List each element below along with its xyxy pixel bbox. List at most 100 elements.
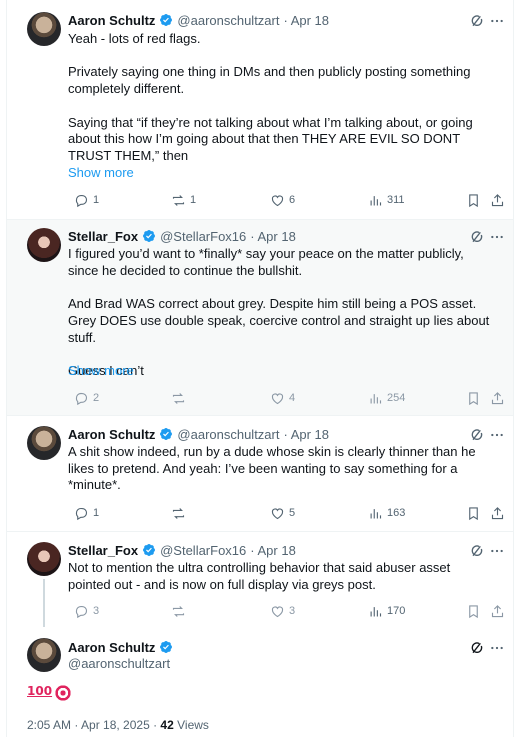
post-actions: 1 5 163: [68, 505, 504, 521]
grok-icon[interactable]: [469, 543, 485, 559]
reply-post[interactable]: Aaron Schultz @aaronschultzart · Apr 18 …: [7, 0, 513, 220]
post-metadata: 2:05 AM · Apr 18, 2025 · 42 Views: [27, 718, 209, 732]
reply-post[interactable]: Stellar_Fox @StellarFox16 · Apr 18 Not t…: [7, 532, 513, 627]
post-text: I figured you’d want to *finally* say yo…: [68, 246, 490, 378]
heart-icon: [271, 392, 284, 404]
share-button[interactable]: [490, 505, 505, 521]
bookmark-icon: [469, 506, 478, 520]
direct-hit-icon: [54, 684, 73, 702]
bookmark-button[interactable]: [466, 505, 481, 521]
post-text: Not to mention the ultra controlling beh…: [68, 560, 454, 592]
avatar[interactable]: [27, 638, 61, 672]
reply-button[interactable]: 3: [74, 603, 99, 619]
post-time[interactable]: · Apr 18: [250, 543, 296, 558]
more-options-icon[interactable]: [489, 13, 505, 29]
more-options-icon[interactable]: [489, 543, 505, 559]
author-name[interactable]: Stellar_Fox: [68, 229, 138, 244]
views-button[interactable]: 170: [368, 603, 405, 619]
repost-icon: [172, 194, 185, 206]
share-button[interactable]: [490, 603, 505, 619]
author-name[interactable]: Aaron Schultz: [68, 640, 155, 655]
heart-icon: [271, 507, 284, 519]
analytics-icon: [370, 606, 382, 616]
views-count: 170: [387, 605, 406, 617]
repost-icon: [172, 605, 185, 617]
like-count: 6: [289, 194, 296, 206]
share-icon: [491, 506, 504, 519]
post-time[interactable]: · Apr 18: [283, 427, 329, 442]
reply-icon: [75, 507, 88, 520]
author-name[interactable]: Stellar_Fox: [68, 543, 138, 558]
views-count: 254: [387, 392, 406, 404]
reply-button[interactable]: 1: [74, 192, 99, 208]
reply-post[interactable]: Stellar_Fox @StellarFox16 · Apr 18 I fig…: [7, 220, 513, 416]
author-name[interactable]: Aaron Schultz: [68, 427, 155, 442]
bookmark-icon: [469, 604, 478, 618]
views-button[interactable]: 163: [368, 505, 405, 521]
post-actions: 3 3 170: [68, 603, 504, 619]
like-button[interactable]: 6: [270, 192, 295, 208]
post-actions: 2 4 254: [68, 390, 504, 406]
views-count: 163: [387, 507, 406, 519]
repost-count: 1: [190, 194, 197, 206]
repost-button[interactable]: [171, 603, 190, 619]
avatar[interactable]: [27, 12, 61, 46]
views-count: 42: [160, 718, 174, 732]
reply-button[interactable]: 1: [74, 505, 99, 521]
bookmark-button[interactable]: [466, 192, 481, 208]
post-time[interactable]: · Apr 18: [283, 13, 329, 28]
avatar[interactable]: [27, 542, 61, 576]
author-handle[interactable]: @aaronschultzart: [68, 656, 170, 671]
author-handle[interactable]: @aaronschultzart: [177, 427, 279, 442]
grok-icon[interactable]: [469, 640, 485, 656]
author-handle[interactable]: @StellarFox16: [160, 229, 246, 244]
analytics-icon: [370, 393, 382, 403]
more-options-icon[interactable]: [489, 427, 505, 443]
heart-icon: [271, 194, 284, 206]
share-button[interactable]: [490, 192, 505, 208]
like-button[interactable]: 5: [270, 505, 295, 521]
grok-icon[interactable]: [469, 427, 485, 443]
views-button[interactable]: 254: [368, 390, 405, 406]
more-options-icon[interactable]: [489, 640, 505, 656]
more-options-icon[interactable]: [489, 229, 505, 245]
repost-button[interactable]: [171, 505, 190, 521]
post-time[interactable]: · Apr 18: [250, 229, 296, 244]
share-icon: [491, 193, 504, 206]
hundred-points-icon: 100: [27, 684, 53, 698]
repost-button[interactable]: [171, 390, 190, 406]
avatar[interactable]: [27, 228, 61, 262]
like-button[interactable]: 3: [270, 603, 295, 619]
reply-post[interactable]: Aaron Schultz @aaronschultzart · Apr 18 …: [7, 416, 513, 532]
like-count: 3: [289, 605, 296, 617]
grok-icon[interactable]: [469, 229, 485, 245]
like-count: 4: [289, 392, 296, 404]
thread-connector: [43, 579, 45, 627]
views-count: 311: [387, 194, 405, 206]
author-name[interactable]: Aaron Schultz: [68, 13, 155, 28]
views-button[interactable]: 311: [368, 192, 405, 208]
author-handle[interactable]: @StellarFox16: [160, 543, 246, 558]
reply-icon: [75, 194, 88, 207]
like-count: 5: [289, 507, 296, 519]
like-button[interactable]: 4: [270, 390, 295, 406]
avatar[interactable]: [27, 426, 61, 460]
repost-icon: [172, 507, 185, 519]
post-body: 100: [27, 684, 73, 702]
author-handle[interactable]: @aaronschultzart: [177, 13, 279, 28]
reply-button[interactable]: 2: [74, 390, 99, 406]
reply-icon: [75, 392, 88, 405]
bookmark-button[interactable]: [466, 390, 481, 406]
grok-icon[interactable]: [469, 13, 485, 29]
post-timestamp[interactable]: 2:05 AM · Apr 18, 2025 ·: [27, 718, 160, 732]
share-button[interactable]: [490, 390, 505, 406]
conversation-thread: Aaron Schultz @aaronschultzart · Apr 18 …: [6, 0, 514, 737]
repost-button[interactable]: 1: [171, 192, 196, 208]
verified-badge-icon: [160, 641, 173, 653]
show-more-link[interactable]: Show more: [68, 165, 134, 180]
show-more-link[interactable]: Show more: [68, 363, 134, 378]
analytics-icon: [370, 508, 382, 518]
reply-count: 1: [93, 507, 100, 519]
bookmark-button[interactable]: [466, 603, 481, 619]
reply-count: 2: [93, 392, 100, 404]
